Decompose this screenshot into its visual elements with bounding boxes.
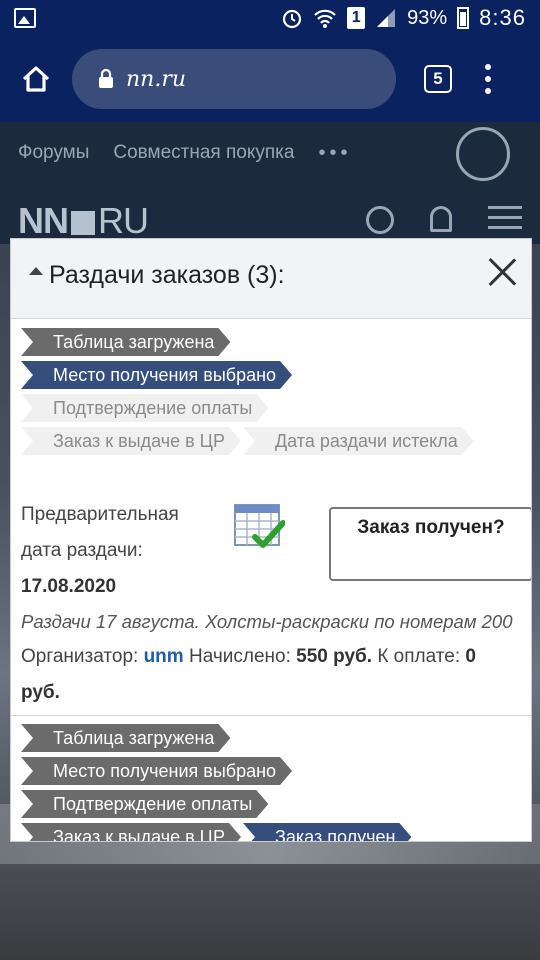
search-icon[interactable] [366,206,394,234]
home-button[interactable] [0,36,72,122]
clock: 8:36 [479,5,526,30]
tab-switcher-button[interactable]: 5 [424,65,452,93]
step-order-received: Заказ получен [243,823,411,842]
battery-percent: 93% [407,6,448,29]
step-payment-confirmation: Подтверждение оплаты [21,394,268,422]
step-table-loaded: Таблица загружена [21,328,230,356]
site-nav: Форумы Совместная покупка ••• [0,122,540,184]
lock-icon [99,69,113,88]
modal-body[interactable]: Таблица загружена Место получения выбран… [11,320,531,842]
nav-more[interactable]: ••• [318,142,351,165]
overflow-menu-button[interactable] [484,64,492,94]
battery-icon [457,7,470,29]
address-bar[interactable]: nn.ru [72,49,396,109]
gallery-notification-icon [14,8,36,28]
order-meta: Организатор: unm Начислено: 550 руб. К о… [21,646,476,703]
wifi-icon [314,9,336,28]
modal-header: Раздачи заказов (3): [11,239,531,319]
url-text: nn.ru [126,66,187,92]
modal-title: Раздачи заказов (3): [49,261,285,289]
nav-forums[interactable]: Форумы [18,142,89,164]
profile-icon[interactable] [456,127,510,181]
alarm-icon [283,9,302,29]
step-order-ready: Заказ к выдаче в ЦР [21,427,241,455]
close-icon[interactable] [487,257,517,287]
order-card: Таблица загружена Место получения выбран… [11,320,531,716]
date-value: 17.08.2020 [21,576,117,597]
order-card: Таблица загружена Место получения выбран… [11,716,531,842]
caret-up-icon[interactable] [29,267,43,275]
status-bar: 1 93% 8:36 [0,0,540,36]
step-table-loaded: Таблица загружена [21,724,230,752]
organizer-link[interactable]: unm [144,646,184,667]
step-payment-confirmation: Подтверждение оплаты [21,790,268,818]
signal-icon [377,9,396,27]
browser-toolbar: nn.ru 5 [0,36,540,122]
step-date-expired: Дата раздачи истекла [243,427,474,455]
site-logo-bar: NN RU [0,184,540,244]
order-received-button[interactable]: Заказ получен? [329,507,531,581]
order-description: Раздачи 17 августа. Холсты-раскраски по … [21,611,513,632]
home-icon [22,66,50,92]
nav-joint-purchase[interactable]: Совместная покупка [113,142,294,164]
step-pickup-selected: Место получения выбрано [21,757,292,785]
accrued-amount: 550 руб. [296,646,373,667]
date-label: Предварительная дата раздачи: [21,504,179,561]
step-pickup-selected: Место получения выбрано [21,361,292,389]
site-logo[interactable]: NN RU [18,200,149,242]
sim-indicator: 1 [347,7,366,29]
hamburger-menu-icon[interactable] [488,206,522,234]
table-check-icon [234,504,285,548]
orders-modal: Раздачи заказов (3): Таблица загружена М… [10,238,532,842]
step-order-ready: Заказ к выдаче в ЦР [21,823,241,842]
bell-icon[interactable] [430,206,452,232]
